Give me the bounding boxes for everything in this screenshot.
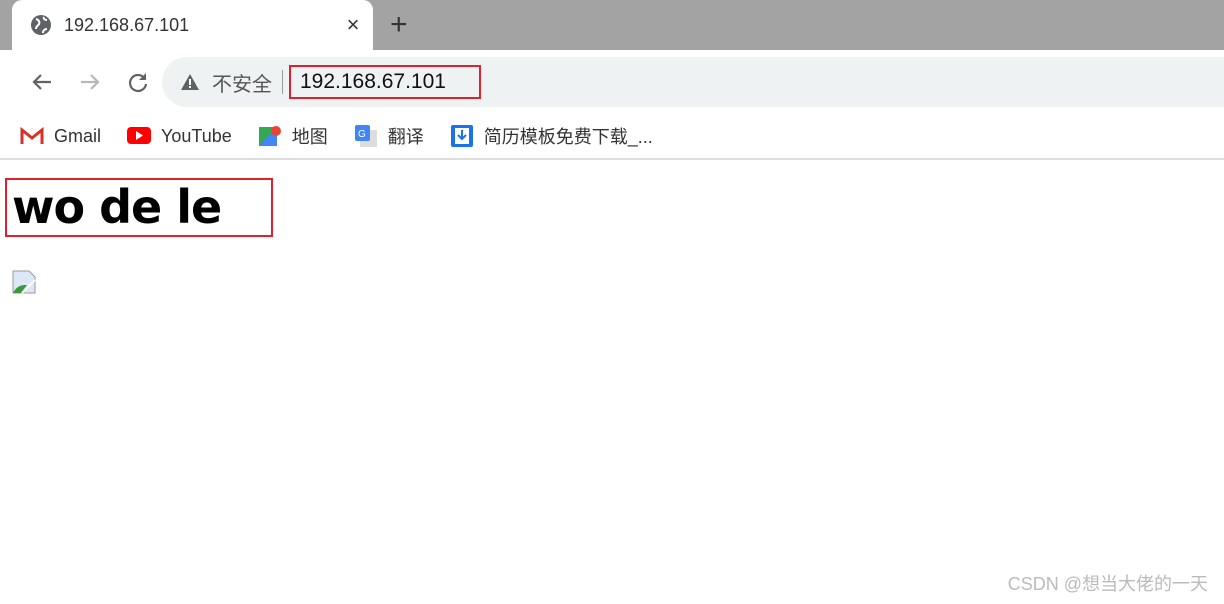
bookmark-gmail[interactable]: Gmail [20,126,101,147]
bookmark-label: 翻译 [387,127,424,147]
back-arrow-icon [32,74,51,90]
bookmark-label: Gmail [54,125,102,146]
bookmark-youtube[interactable]: YouTube [127,126,232,147]
new-tab-button[interactable]: + [390,8,408,42]
bookmark-label: 简历模板免费下载_... [483,127,653,147]
back-button[interactable] [18,62,66,102]
tab-strip: 192.168.67.101 × + [0,0,1224,50]
reload-button[interactable] [114,62,162,102]
security-label[interactable]: 不安全 [212,68,272,97]
tab-active[interactable]: 192.168.67.101 × [12,0,373,50]
bookmark-download-icon [450,125,473,147]
reload-icon [128,73,148,93]
address-bar[interactable]: 不安全 192.168.67.101 [162,57,1224,107]
bookmark-maps[interactable]: 地图 [258,123,328,149]
page-heading: wo de le [12,180,222,234]
bookmark-translate[interactable]: G 翻译 [354,123,424,149]
translate-icon: G [354,125,377,147]
maps-icon [258,126,281,146]
gmail-icon [20,127,44,144]
bookmarks-bar: Gmail YouTube 地图 G 翻译 简历模板免费下载_... [0,114,1224,160]
forward-button[interactable] [66,62,114,102]
url-input[interactable]: 192.168.67.101 [289,65,481,99]
watermark: CSDN @想当大佬的一天 [1007,574,1208,594]
forward-arrow-icon [81,74,100,90]
bookmark-label: 地图 [291,127,328,147]
youtube-icon [127,127,152,144]
globe-icon [31,15,51,35]
warning-icon [181,74,199,90]
tab-title: 192.168.67.101 [64,14,190,35]
bookmark-resume[interactable]: 简历模板免费下载_... [450,123,653,149]
tab-close-button[interactable]: × [333,12,373,38]
toolbar: 不安全 192.168.67.101 [0,50,1224,114]
broken-image-icon [12,270,36,294]
divider [282,70,283,94]
svg-text:G: G [358,129,366,140]
bookmark-label: YouTube [161,125,232,146]
